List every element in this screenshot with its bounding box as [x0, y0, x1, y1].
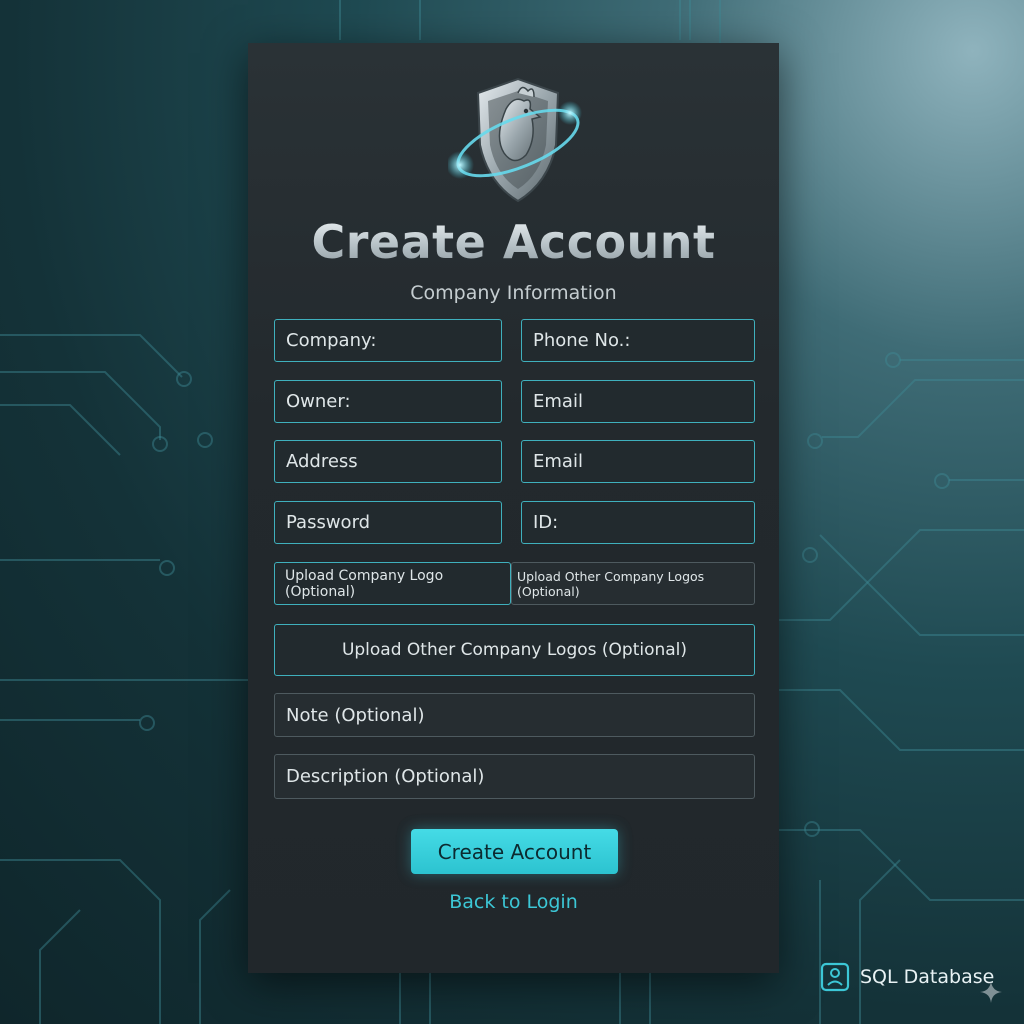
password-field[interactable]: Password: [274, 501, 502, 544]
back-to-login-link[interactable]: Back to Login: [248, 891, 779, 913]
page-title: Create Account: [248, 215, 779, 269]
company-field[interactable]: Company:: [274, 319, 502, 362]
upload-logo-button[interactable]: Upload Company Logo (Optional): [274, 562, 511, 605]
database-badge-icon: [820, 962, 850, 992]
section-subtitle: Company Information: [410, 282, 617, 304]
phone-field[interactable]: Phone No.:: [521, 319, 755, 362]
email-field-secondary[interactable]: Email: [521, 440, 755, 483]
description-field[interactable]: Description (Optional): [274, 754, 755, 799]
address-field[interactable]: Address: [274, 440, 502, 483]
create-account-button[interactable]: Create Account: [411, 829, 618, 874]
email-field[interactable]: Email: [521, 380, 755, 423]
badge-label: SQL Database: [860, 966, 995, 988]
upload-other-logos-button[interactable]: Upload Other Company Logos (Optional): [274, 624, 755, 676]
upload-other-logos-button-small[interactable]: Upload Other Company Logos (Optional): [511, 562, 755, 605]
create-account-card: Create Account Company Information Compa…: [248, 43, 779, 973]
note-field[interactable]: Note (Optional): [274, 693, 755, 737]
sql-database-badge: SQL Database: [820, 962, 994, 992]
sparkle-icon: [980, 981, 1002, 1003]
id-field[interactable]: ID:: [521, 501, 755, 544]
owner-field[interactable]: Owner:: [274, 380, 502, 423]
rooster-shield-logo-icon: [448, 77, 582, 203]
